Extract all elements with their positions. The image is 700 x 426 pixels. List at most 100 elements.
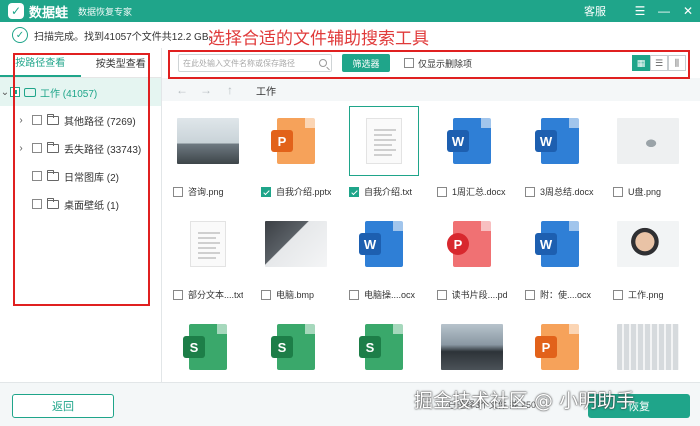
file-tile[interactable]: S [349, 312, 419, 382]
file-tile[interactable] [437, 312, 507, 382]
excel-file-icon: S [359, 324, 403, 370]
file-tile[interactable]: W 电脑操....ocx [349, 209, 419, 301]
file-checkbox[interactable] [437, 289, 447, 300]
chevron-right-icon[interactable]: › [16, 143, 26, 154]
file-thumbnail[interactable]: P [525, 312, 595, 382]
tree-item-gallery[interactable]: 日常图库 (2) [0, 162, 161, 190]
file-tile[interactable]: S [173, 312, 243, 382]
file-tile[interactable]: U盘.png [613, 106, 683, 198]
word-file-icon: W [535, 221, 579, 267]
file-tile[interactable]: 自我介绍.txt [349, 106, 419, 198]
word-file-icon: W [359, 221, 403, 267]
close-icon[interactable]: ✕ [676, 0, 700, 22]
image-thumbnail [617, 324, 679, 370]
chevron-down-icon[interactable]: ⌄ [0, 87, 10, 98]
detail-view-icon[interactable]: ⫼ [668, 55, 686, 71]
tree-item-checkbox[interactable] [32, 143, 42, 153]
tree-root-label: 工作 (41057) [40, 88, 98, 100]
minimize-icon[interactable]: — [652, 0, 676, 22]
file-thumbnail[interactable] [349, 106, 419, 176]
file-tile[interactable]: W 附：使....ocx [525, 209, 595, 301]
file-caption: 电脑.bmp [261, 288, 331, 301]
file-tile[interactable]: 咨询.png [173, 106, 243, 198]
file-tile[interactable]: 电脑.bmp [261, 209, 331, 301]
file-thumbnail[interactable]: P [261, 106, 331, 176]
file-tile[interactable]: P 读书片段....pdf [437, 209, 507, 301]
app-logo: ✓ 数据蛙 数据恢复专家 [8, 2, 132, 21]
file-checkbox[interactable] [261, 289, 271, 300]
chevron-right-icon[interactable]: › [16, 115, 26, 126]
up-arrow-icon[interactable]: ↑ [218, 83, 242, 97]
file-thumbnail[interactable] [613, 106, 683, 176]
tree-item-label: 日常图库 (2) [64, 172, 119, 184]
tree-item-lost-path[interactable]: › 丢失路径 (33743) [0, 134, 161, 162]
tree-item-checkbox[interactable] [32, 115, 42, 125]
file-caption: 3周总结.docx [525, 185, 595, 198]
file-thumbnail[interactable]: W [525, 209, 595, 279]
file-name: 自我介绍.txt [364, 187, 413, 197]
file-thumbnail[interactable] [437, 312, 507, 382]
list-view-icon[interactable]: ☰ [650, 55, 668, 71]
file-thumbnail[interactable] [173, 106, 243, 176]
menu-icon[interactable]: ☰ [628, 0, 652, 22]
filter-button[interactable]: 筛选器 [342, 54, 390, 72]
folder-icon [47, 141, 59, 153]
file-tile[interactable]: S [261, 312, 331, 382]
file-thumbnail[interactable] [613, 312, 683, 382]
file-thumbnail[interactable]: S [261, 312, 331, 382]
file-name: 电脑.bmp [276, 290, 315, 300]
back-arrow-icon[interactable]: ← [170, 83, 194, 97]
file-tile[interactable]: 工作.png [613, 209, 683, 301]
tree-item-checkbox[interactable] [32, 171, 42, 181]
file-thumbnail[interactable] [261, 209, 331, 279]
search-box[interactable] [178, 54, 332, 72]
file-thumbnail[interactable]: W [437, 106, 507, 176]
file-name: 工作.png [628, 290, 664, 300]
grid-view-icon[interactable]: ▦ [632, 55, 650, 71]
tree-item-other-path[interactable]: › 其他路径 (7269) [0, 106, 161, 134]
tree-root-checkbox[interactable] [10, 87, 20, 97]
back-button[interactable]: 返回 [12, 394, 114, 418]
file-thumbnail[interactable]: P [437, 209, 507, 279]
file-thumbnail[interactable]: W [525, 106, 595, 176]
word-file-icon: W [447, 118, 491, 164]
file-thumbnail[interactable] [173, 209, 243, 279]
file-tile[interactable]: 部分文本....txt [173, 209, 243, 301]
file-checkbox[interactable] [525, 186, 535, 197]
deleted-only-toggle[interactable]: 仅显示删除项 [404, 57, 472, 70]
search-input[interactable] [183, 58, 311, 68]
file-checkbox[interactable] [525, 289, 535, 300]
file-tile[interactable]: P 自我介绍.pptx [261, 106, 331, 198]
file-checkbox[interactable] [173, 186, 183, 197]
image-thumbnail [617, 221, 679, 267]
tab-by-path[interactable]: 按路径查看 [0, 48, 81, 77]
file-checkbox[interactable] [349, 289, 359, 300]
file-name: U盘.png [628, 187, 662, 197]
file-checkbox[interactable] [613, 186, 623, 197]
file-tile[interactable]: P [525, 312, 595, 382]
file-tile[interactable]: W 1周汇总.docx [437, 106, 507, 198]
file-thumbnail[interactable] [613, 209, 683, 279]
file-tile[interactable] [613, 312, 683, 382]
file-thumbnail[interactable]: S [349, 312, 419, 382]
tab-by-type[interactable]: 按类型查看 [81, 48, 162, 77]
tree-root-work[interactable]: ⌄ 工作 (41057) [0, 78, 161, 106]
forward-arrow-icon[interactable]: → [194, 83, 218, 97]
file-checkbox[interactable] [173, 289, 183, 300]
file-checkbox[interactable] [613, 289, 623, 300]
deleted-only-checkbox[interactable] [404, 58, 414, 68]
file-thumbnail[interactable]: W [349, 209, 419, 279]
search-icon[interactable] [319, 59, 327, 67]
tree-item-checkbox[interactable] [32, 199, 42, 209]
file-tile[interactable]: W 3周总结.docx [525, 106, 595, 198]
file-checkbox[interactable] [261, 186, 271, 197]
tree-item-wallpaper[interactable]: 桌面壁纸 (1) [0, 190, 161, 218]
recover-button[interactable]: 恢复 [588, 394, 690, 418]
customer-service-link[interactable]: 客服 [584, 3, 606, 19]
text-file-icon [366, 118, 402, 164]
file-caption: 电脑操....ocx [349, 288, 419, 301]
file-thumbnail[interactable]: S [173, 312, 243, 382]
file-checkbox[interactable] [437, 186, 447, 197]
file-name: 3周总结.docx [540, 187, 594, 197]
file-checkbox[interactable] [349, 186, 359, 197]
